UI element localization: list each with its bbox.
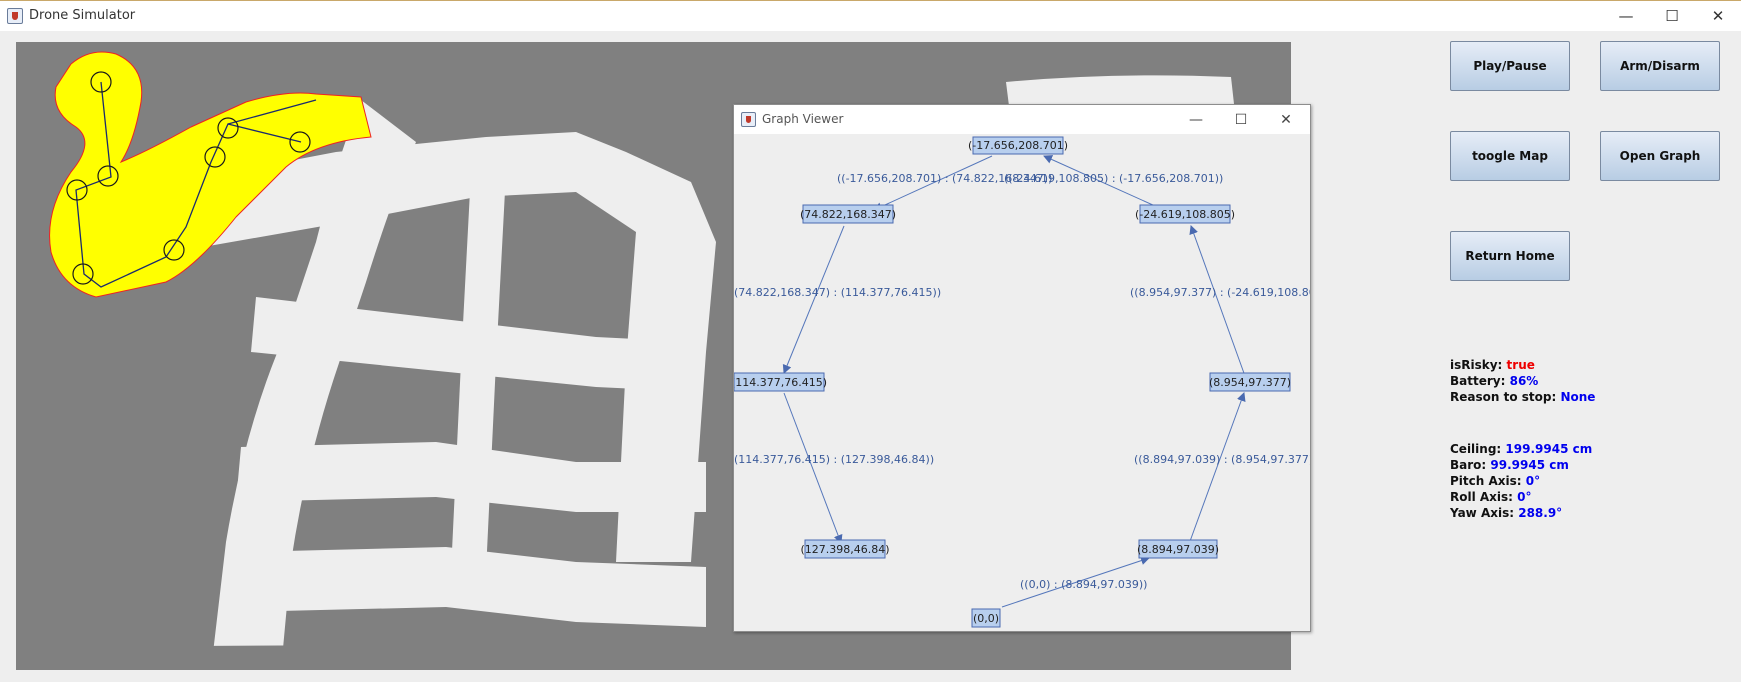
graph-node[interactable]: (-17.656,208.701)	[968, 136, 1068, 155]
battery-value: 86%	[1509, 374, 1539, 388]
minimize-button[interactable]: —	[1603, 1, 1649, 31]
graph-edge-label: (114.377,76.415) : (127.398,46.84))	[734, 453, 934, 466]
graph-edge-line	[1189, 225, 1246, 377]
graph-node[interactable]: (127.398,46.84)	[800, 539, 890, 559]
ceiling-readout: Ceiling: 199.9945 cm	[1450, 442, 1592, 456]
toggle-map-button[interactable]: toogle Map	[1450, 131, 1570, 181]
reason-to-stop-value: None	[1560, 390, 1596, 404]
graph-edges	[782, 155, 1246, 608]
java-app-icon	[7, 8, 23, 24]
graph-node[interactable]: (8.954,97.377)	[1209, 372, 1291, 392]
graph-node[interactable]: (-24.619,108.805)	[1135, 204, 1235, 224]
graph-node-label: (114.377,76.415)	[734, 376, 827, 389]
yaw-axis-value: 288.9°	[1518, 506, 1563, 520]
graph-node-label: (8.954,97.377)	[1209, 376, 1291, 389]
maximize-button[interactable]: ☐	[1649, 1, 1695, 31]
arm-disarm-button[interactable]: Arm/Disarm	[1600, 41, 1720, 91]
roll-axis-value: 0°	[1517, 490, 1532, 504]
graph-viewer-title: Graph Viewer	[762, 112, 844, 126]
is-risky-label: isRisky:	[1450, 358, 1503, 372]
java-app-icon	[741, 112, 756, 127]
graph-node-label: (-24.619,108.805)	[1135, 208, 1235, 221]
graph-edge-label: ((8.954,97.377) : (-24.619,108.805))	[1130, 286, 1310, 299]
reason-to-stop-label: Reason to stop:	[1450, 390, 1557, 404]
is-risky-value: true	[1506, 358, 1535, 372]
close-button[interactable]: ✕	[1695, 1, 1741, 31]
graph-viewer-maximize-button[interactable]: ☐	[1219, 105, 1263, 134]
graph-edge-label: ((0,0) : (8.894,97.039))	[1020, 578, 1147, 591]
return-home-button[interactable]: Return Home	[1450, 231, 1570, 281]
graph-nodes: (-17.656,208.701) (74.822,168.347) (-24.…	[734, 136, 1291, 628]
graph-edge-label: (74.822,168.347) : (114.377,76.415))	[734, 286, 941, 299]
open-graph-button[interactable]: Open Graph	[1600, 131, 1720, 181]
battery-readout: Battery: 86%	[1450, 374, 1538, 388]
ceiling-value: 199.9945 cm	[1505, 442, 1593, 456]
main-titlebar: Drone Simulator — ☐ ✕	[0, 1, 1741, 31]
roll-axis-label: Roll Axis:	[1450, 490, 1513, 504]
graph-node[interactable]: (114.377,76.415)	[734, 372, 827, 392]
graph-node-label: (0,0)	[973, 612, 999, 625]
pitch-axis-readout: Pitch Axis: 0°	[1450, 474, 1540, 488]
graph-edge-line	[782, 225, 845, 374]
graph-viewer-window: Graph Viewer — ☐ ✕ ((-17.656,208.701) : …	[733, 104, 1311, 632]
graph-edge-label: ((8.894,97.039) : (8.954,97.377))	[1134, 453, 1310, 466]
yaw-axis-label: Yaw Axis:	[1450, 506, 1515, 520]
is-risky-readout: isRisky: true	[1450, 358, 1535, 372]
baro-value: 99.9945 cm	[1490, 458, 1569, 472]
ceiling-label: Ceiling:	[1450, 442, 1502, 456]
graph-node[interactable]: (0,0)	[971, 608, 1001, 628]
play-pause-button[interactable]: Play/Pause	[1450, 41, 1570, 91]
graph-viewer-close-button[interactable]: ✕	[1264, 105, 1308, 134]
graph-viewer-minimize-button[interactable]: —	[1174, 105, 1218, 134]
graph-canvas: ((-17.656,208.701) : (74.822,168.347)) (…	[734, 136, 1310, 628]
battery-label: Battery:	[1450, 374, 1506, 388]
baro-label: Baro:	[1450, 458, 1487, 472]
baro-readout: Baro: 99.9945 cm	[1450, 458, 1569, 472]
graph-node-label: (8.894,97.039)	[1137, 543, 1219, 556]
graph-viewer-titlebar: Graph Viewer — ☐ ✕	[734, 105, 1310, 134]
graph-node[interactable]: (74.822,168.347)	[800, 204, 896, 224]
pitch-axis-value: 0°	[1525, 474, 1541, 488]
yaw-axis-readout: Yaw Axis: 288.9°	[1450, 506, 1562, 520]
graph-edge-label: ((-24.619,108.805) : (-17.656,208.701))	[1004, 172, 1223, 185]
graph-edge-line	[1188, 392, 1246, 545]
reason-to-stop-readout: Reason to stop: None	[1450, 390, 1595, 404]
roll-axis-readout: Roll Axis: 0°	[1450, 490, 1532, 504]
window-title: Drone Simulator	[29, 8, 136, 23]
graph-node-label: (-17.656,208.701)	[968, 139, 1068, 152]
pitch-axis-label: Pitch Axis:	[1450, 474, 1522, 488]
graph-edge-line	[783, 392, 843, 544]
graph-node-label: (74.822,168.347)	[800, 208, 896, 221]
graph-node[interactable]: (8.894,97.039)	[1137, 539, 1219, 559]
graph-node-label: (127.398,46.84)	[800, 543, 889, 556]
